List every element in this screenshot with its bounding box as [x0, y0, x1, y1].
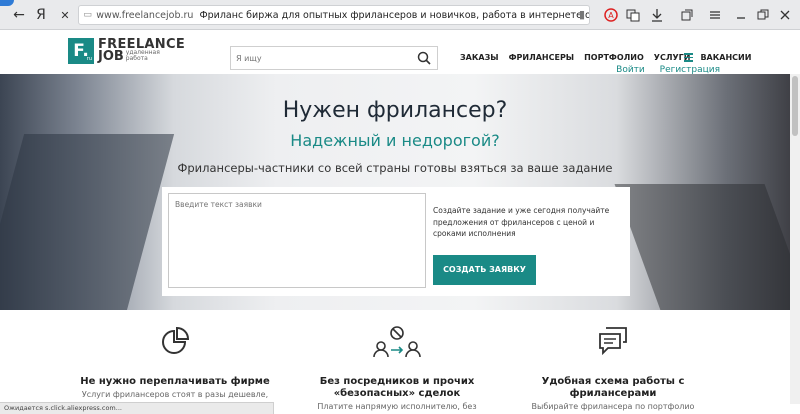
feature-title: Удобная схема работы с фрилансерами: [541, 376, 685, 399]
window-close-icon: [780, 10, 790, 20]
feature-title: Без посредников и прочих «безопасных» сд…: [319, 376, 475, 399]
search-icon[interactable]: [417, 51, 431, 65]
search-input[interactable]: [231, 47, 411, 69]
hamburger-menu-icon[interactable]: [684, 53, 693, 64]
hero-title: Нужен фрилансер?: [282, 98, 508, 123]
logo-mark: F. ru: [68, 38, 94, 64]
menu-icon: [710, 11, 720, 19]
no-middleman-icon: [373, 326, 421, 358]
adblock-button[interactable]: A: [600, 4, 622, 26]
feature-item: Не нужно переплачивать фирме Услуги фрил…: [65, 310, 285, 399]
browser-toolbar: ← Я ✕ ▭ www.freelancejob.ru Фриланс бирж…: [0, 0, 800, 30]
hero-background-shape: [614, 184, 790, 310]
back-button[interactable]: ←: [8, 4, 30, 26]
feature-text: Услуги фрилансеров стоят в разы дешевле,: [81, 390, 269, 399]
bookmark-icon[interactable]: ▮: [579, 8, 585, 21]
page-scrollbar[interactable]: [790, 74, 800, 404]
chat-icon: [599, 327, 627, 356]
downloads-button[interactable]: [646, 4, 668, 26]
address-bar[interactable]: ▭ www.freelancejob.ru Фриланс биржа для …: [78, 5, 590, 25]
scrollbar-thumb[interactable]: [792, 76, 798, 136]
feature-item: Без посредников и прочих «безопасных» сд…: [287, 310, 507, 411]
window-close-button[interactable]: [774, 4, 796, 26]
restore-button[interactable]: [752, 4, 774, 26]
logo-tagline: удаленная работа: [125, 48, 160, 62]
page-info-icon[interactable]: ▭: [79, 10, 96, 20]
collections-button[interactable]: [676, 4, 698, 26]
logo-line2: JOB: [98, 49, 124, 65]
features-section: Не нужно переплачивать фирме Услуги фрил…: [0, 310, 790, 414]
download-icon: [652, 9, 662, 22]
create-request-button[interactable]: СОЗДАТЬ ЗАЯВКУ: [433, 255, 536, 285]
feature-text: Платите напрямую исполнителю, без: [317, 402, 477, 411]
request-form: Создайте задание и уже сегодня получайте…: [162, 187, 630, 296]
feature-title: Не нужно переплачивать фирме: [80, 376, 270, 387]
translate-icon: [626, 9, 640, 22]
back-arrow-icon: ←: [13, 7, 25, 23]
nav-freelancers[interactable]: ФРИЛАНСЕРЫ: [509, 53, 575, 62]
yandex-icon: Я: [36, 7, 46, 23]
main-nav: ЗАКАЗЫ ФРИЛАНСЕРЫ ПОРТФОЛИО УСЛУГИ ВАКАН…: [460, 53, 761, 62]
address-page-title: Фриланс биржа для опытных фрилансеров и …: [199, 9, 589, 21]
hero-section: Нужен фрилансер? Надежный и недорогой? Ф…: [0, 74, 790, 310]
close-icon: ✕: [60, 8, 70, 22]
search-box: [230, 46, 438, 70]
collections-icon: [681, 9, 693, 21]
nav-orders[interactable]: ЗАКАЗЫ: [460, 53, 499, 62]
adblock-icon: A: [604, 8, 618, 22]
stop-button[interactable]: ✕: [54, 4, 76, 26]
browser-status-bar: Ожидается s.click.aliexpress.com...: [0, 402, 274, 414]
nav-vacancies[interactable]: ВАКАНСИИ: [700, 53, 751, 62]
hero-subtitle: Надежный и недорогой?: [290, 131, 500, 150]
minimize-button[interactable]: [730, 4, 752, 26]
nav-portfolio[interactable]: ПОРТФОЛИО: [584, 53, 644, 62]
translate-button[interactable]: [622, 4, 644, 26]
minimize-icon: [737, 17, 745, 19]
svg-text:A: A: [608, 11, 614, 20]
site-logo[interactable]: F. ru FREELANCE JOB удаленная работа: [68, 38, 185, 64]
hero-description: Фрилансеры-частники со всей страны готов…: [177, 161, 613, 175]
restore-icon: [757, 9, 769, 20]
form-note: Создайте задание и уже сегодня получайте…: [433, 206, 610, 238]
yandex-button[interactable]: Я: [30, 4, 52, 26]
feature-text: Выбирайте фрилансера по портфолио: [531, 402, 695, 411]
feature-item: Удобная схема работы с фрилансерами Выби…: [503, 310, 723, 411]
logo-text: FREELANCE JOB удаленная работа: [98, 38, 185, 65]
address-url: www.freelancejob.ru: [96, 9, 194, 21]
logo-sub: ru: [86, 56, 92, 62]
pie-chart-icon: [162, 326, 190, 354]
menu-button[interactable]: [704, 4, 726, 26]
request-textarea[interactable]: [168, 193, 426, 288]
